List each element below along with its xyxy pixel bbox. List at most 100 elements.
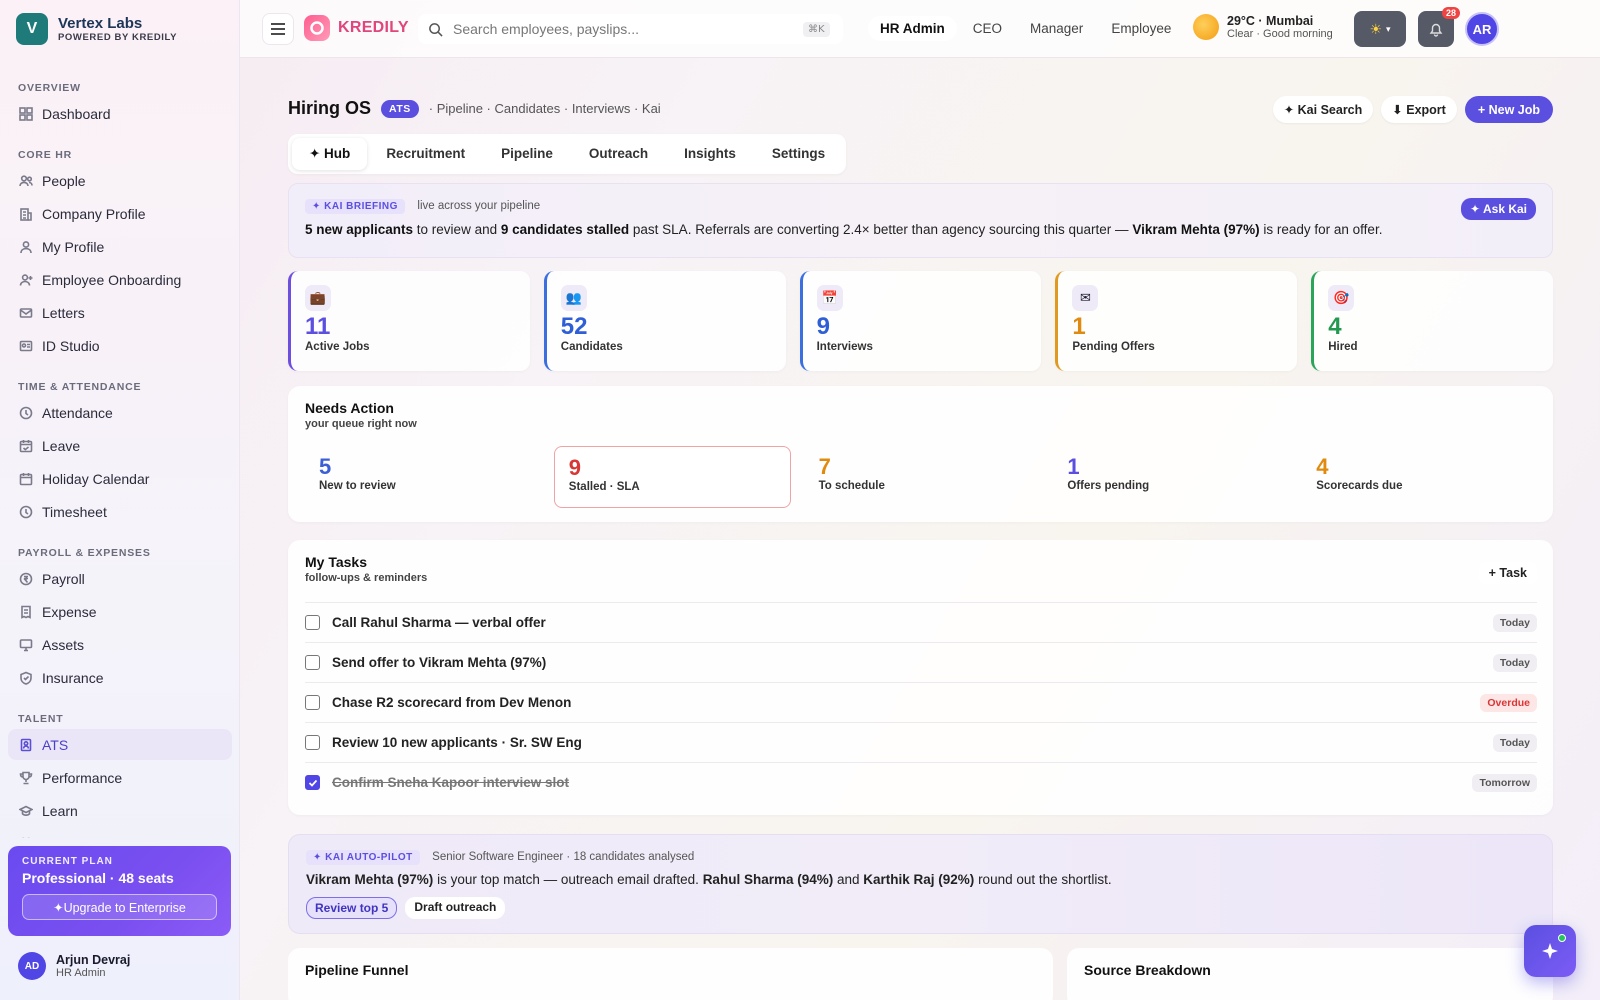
needs-item-to-schedule[interactable]: 7 To schedule xyxy=(805,446,1040,508)
notification-count-badge: 28 xyxy=(1441,7,1460,19)
body-text: and xyxy=(833,872,864,887)
tab-settings[interactable]: Settings xyxy=(755,138,842,170)
building-icon xyxy=(20,207,32,221)
sidebar-item-employee-onboarding[interactable]: Employee Onboarding xyxy=(8,264,232,295)
role-ceo[interactable]: CEO xyxy=(961,16,1014,41)
needs-item-new-to-review[interactable]: 5 New to review xyxy=(305,446,540,508)
brand-powered-by: POWERED BY KREDILY xyxy=(58,32,178,43)
role-hr-admin[interactable]: HR Admin xyxy=(868,16,957,41)
sidebar-item-holiday-calendar[interactable]: Holiday Calendar xyxy=(8,463,232,494)
plan-label: CURRENT PLAN xyxy=(22,856,113,867)
clock-icon xyxy=(19,406,33,419)
sidebar-item-letters[interactable]: Letters xyxy=(8,297,232,328)
new-job-button[interactable]: + New Job xyxy=(1464,96,1553,123)
draft-outreach-button[interactable]: Draft outreach xyxy=(405,897,506,919)
role-switcher: HR Admin CEO Manager Employee xyxy=(868,16,1183,41)
stat-label: Candidates xyxy=(560,341,623,353)
needs-action-title: Needs Action xyxy=(305,400,394,416)
ask-kai-button[interactable]: ✦ Ask Kai xyxy=(1461,198,1536,220)
check-icon xyxy=(308,779,317,787)
sidebar-item-people-xp[interactable]: People XP xyxy=(8,828,232,838)
role-employee[interactable]: Employee xyxy=(1099,16,1183,41)
mail-icon xyxy=(19,307,33,318)
kai-autopilot: ✦ KAI AUTO-PILOT Senior Software Enginee… xyxy=(288,834,1553,934)
review-top-five-button[interactable]: Review top 5 xyxy=(306,897,398,919)
sidebar-item-payroll[interactable]: Payroll xyxy=(8,563,232,594)
body-text: is your top match — outreach email draft… xyxy=(433,872,703,887)
stat-icon: ✉ xyxy=(1072,285,1099,311)
tab-outreach[interactable]: Outreach xyxy=(572,138,665,170)
sidebar-item-my-profile[interactable]: My Profile xyxy=(8,231,232,262)
sidebar-item-expense[interactable]: Expense xyxy=(8,596,232,627)
kai-search-button[interactable]: ✦ Kai Search xyxy=(1272,96,1374,123)
task-checkbox[interactable] xyxy=(305,735,320,750)
sidebar-item-leave[interactable]: Leave xyxy=(8,430,232,461)
stat-value: 11 xyxy=(305,313,331,340)
tab-recruitment[interactable]: Recruitment xyxy=(369,138,482,170)
highlight-text: 9 candidates stalled xyxy=(500,222,630,237)
user-card[interactable]: AD Arjun Devraj HR Admin xyxy=(18,952,130,980)
page-tabs: ✦ Hub Recruitment Pipeline Outreach Insights… xyxy=(288,134,847,174)
needs-item-stalled-sla[interactable]: 9 Stalled · SLA xyxy=(553,446,791,508)
role-manager[interactable]: Manager xyxy=(1018,16,1095,41)
current-plan-card: CURRENT PLAN Professional · 48 seats ✦Up… xyxy=(8,846,231,936)
header-actions: ✦ Kai Search ⬇ Export + New Job xyxy=(1272,96,1553,123)
task-due-badge: Today xyxy=(1492,613,1537,632)
main-content: Hiring OS ATS · Pipeline · Candidates · … xyxy=(288,58,1553,1000)
task-checkbox[interactable] xyxy=(305,775,320,790)
sidebar-item-performance[interactable]: Performance xyxy=(8,762,232,793)
task-checkbox[interactable] xyxy=(305,695,320,710)
task-checkbox[interactable] xyxy=(305,655,320,670)
sparkle-icon xyxy=(1542,943,1558,959)
kai-briefing: ✦ KAI BRIEFING live across your pipeline… xyxy=(288,183,1553,258)
sidebar-item-attendance[interactable]: Attendance xyxy=(8,397,232,428)
stat-value: 1 xyxy=(1072,313,1086,340)
stat-card-candidates[interactable]: 👥 52 Candidates xyxy=(543,271,786,371)
sidebar-item-id-studio[interactable]: ID Studio xyxy=(8,330,232,361)
body-text: round out the shortlist. xyxy=(974,872,1112,887)
tab-insights[interactable]: Insights xyxy=(667,138,753,170)
sidebar-item-learn[interactable]: Learn xyxy=(8,795,232,826)
nav-section-title: CORE HR xyxy=(18,149,73,161)
search-input[interactable] xyxy=(453,21,793,37)
needs-item-scorecards-due[interactable]: 4 Scorecards due xyxy=(1302,446,1537,508)
tab-pipeline[interactable]: Pipeline xyxy=(484,138,570,170)
sidebar-item-label: People xyxy=(42,172,86,189)
monitor-icon xyxy=(19,638,33,651)
add-task-button[interactable]: + Task xyxy=(1478,562,1537,584)
plan-title: Professional · 48 seats xyxy=(22,870,174,886)
sidebar-item-dashboard[interactable]: Dashboard xyxy=(8,98,232,129)
sidebar-item-people[interactable]: People xyxy=(8,165,232,196)
trophy-icon xyxy=(19,771,33,784)
sidebar-item-company-profile[interactable]: Company Profile xyxy=(8,198,232,229)
task-text: Call Rahul Sharma — verbal offer xyxy=(332,615,546,630)
stat-card-pending-offers[interactable]: ✉ 1 Pending Offers xyxy=(1055,271,1298,371)
sidebar-item-assets[interactable]: Assets xyxy=(8,629,232,660)
task-checkbox[interactable] xyxy=(305,615,320,630)
stat-card-hired[interactable]: 🎯 4 Hired xyxy=(1311,271,1553,371)
tab-hub[interactable]: ✦ Hub xyxy=(292,138,368,170)
stat-icon: 📅 xyxy=(816,285,843,311)
menu-toggle-button[interactable] xyxy=(262,13,294,45)
sidebar-item-label: Timesheet xyxy=(42,503,107,520)
kai-briefing-text: 5 new applicants to review and 9 candida… xyxy=(305,222,1536,237)
sidebar-item-insurance[interactable]: Insurance xyxy=(8,662,232,693)
my-tasks-panel: My Tasks follow-ups & reminders + Task C… xyxy=(288,540,1553,815)
sidebar-item-timesheet[interactable]: Timesheet xyxy=(8,496,232,527)
profile-avatar[interactable]: AR xyxy=(1465,12,1499,46)
export-button[interactable]: ⬇ Export xyxy=(1381,96,1457,123)
page-title: Hiring OS xyxy=(288,98,372,118)
theme-toggle-button[interactable]: ☀ ▾ xyxy=(1354,11,1406,47)
sidebar-item-ats[interactable]: ATS xyxy=(8,729,232,760)
upgrade-button[interactable]: ✦Upgrade to Enterprise xyxy=(22,894,217,920)
stat-card-active-jobs[interactable]: 💼 11 Active Jobs xyxy=(288,271,530,371)
kai-assistant-button[interactable] xyxy=(1524,925,1576,977)
needs-item-offers-pending[interactable]: 1 Offers pending xyxy=(1053,446,1288,508)
bottom-cards: Pipeline Funnel Source Breakdown xyxy=(288,948,1553,1000)
brand[interactable]: V Vertex Labs POWERED BY KREDILY xyxy=(16,13,177,45)
product-logo[interactable]: KREDILY xyxy=(304,15,409,41)
stat-card-interviews[interactable]: 📅 9 Interviews xyxy=(799,271,1042,371)
chevron-down-icon: ▾ xyxy=(1386,23,1391,34)
sidebar-item-label: ID Studio xyxy=(42,337,100,354)
notifications-button[interactable]: 28 xyxy=(1418,7,1460,47)
